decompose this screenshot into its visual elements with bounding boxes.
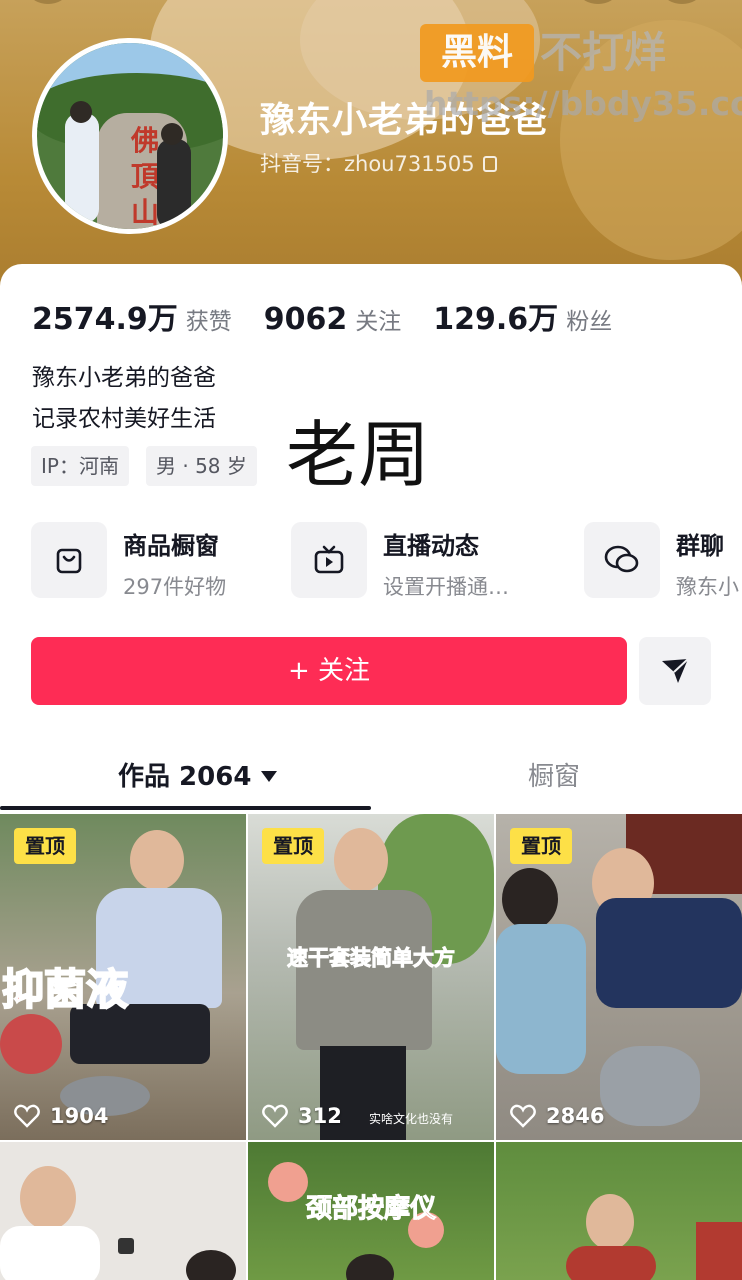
pinned-badge: 置顶 (510, 828, 572, 864)
stat-followers[interactable]: 129.6万 粉丝 (433, 294, 612, 338)
feature-title: 商品橱窗 (123, 532, 219, 560)
feature-subtitle: 297件好物 (123, 575, 227, 599)
watermark-text: 不打烊 (540, 28, 667, 77)
video-caption: 速干套装简单大方 (287, 946, 456, 971)
pinned-badge: 置顶 (262, 828, 324, 864)
avatar[interactable]: 佛頂山 (32, 38, 228, 234)
feature-subtitle: 设置开播通… (383, 575, 509, 599)
profile-bio: 豫东小老弟的爸爸 记录农村美好生活 (32, 358, 216, 440)
heart-icon (510, 1104, 536, 1128)
feature-showcase[interactable]: 商品橱窗 297件好物 (31, 522, 334, 601)
stat-value: 9062 (263, 302, 348, 337)
video-thumbnail[interactable]: 置顶 2846 (496, 814, 742, 1140)
share-button[interactable] (639, 637, 711, 705)
feature-live[interactable]: 直播动态 设置开播通… (291, 522, 523, 601)
like-count-value: 312 (298, 1104, 342, 1128)
profile-page: 黑料 不打烊 佛頂山 豫东小老弟的爸爸 https://bbdy35.com 抖… (0, 0, 742, 1280)
video-thumbnail[interactable] (496, 1142, 742, 1280)
tab-showcase[interactable]: 橱窗 (528, 756, 580, 793)
like-count: 1904 (14, 1104, 108, 1128)
video-thumbnail[interactable] (0, 1142, 246, 1280)
tab-works[interactable]: 作品 2064 (118, 756, 278, 793)
gender-age-tag: 男 · 58 岁 (146, 446, 257, 486)
douyin-id[interactable]: 抖音号：zhou731505 (260, 148, 497, 178)
feature-group-chat[interactable]: 群聊 豫东小 (584, 522, 742, 601)
feature-title: 直播动态 (383, 532, 479, 560)
video-caption: 颈部按摩仪 (305, 1194, 436, 1225)
stat-value: 2574.9万 (32, 302, 178, 337)
stat-value: 129.6万 (433, 302, 559, 337)
douyin-id-text: 抖音号：zhou731505 (260, 152, 475, 176)
like-count-value: 2846 (546, 1104, 605, 1128)
pinned-badge: 置顶 (14, 828, 76, 864)
like-count: 2846 (510, 1104, 604, 1128)
overlay-annotation: 老周 (286, 413, 431, 497)
tv-live-icon (291, 522, 367, 598)
feature-subtitle: 豫东小 (676, 575, 739, 599)
stat-label: 关注 (355, 309, 402, 335)
like-count: 312 (262, 1104, 342, 1128)
video-thumbnail[interactable]: 置顶 速干套装简单大方 实啥文化也没有 312 (248, 814, 494, 1140)
shopping-bag-icon (31, 522, 107, 598)
ip-tag: IP：河南 (31, 446, 129, 486)
copy-icon[interactable] (482, 156, 497, 172)
chat-bubbles-icon (584, 522, 660, 598)
stat-label: 获赞 (185, 309, 232, 335)
bio-line: 记录农村美好生活 (32, 406, 216, 432)
heart-icon (262, 1104, 288, 1128)
stat-label: 粉丝 (566, 309, 613, 335)
tab-works-label: 作品 2064 (118, 762, 252, 792)
watermark-url: https://bbdy35.com (424, 84, 742, 123)
watermark-badge: 黑料 (420, 24, 534, 82)
tab-indicator (0, 806, 371, 810)
heart-icon (14, 1104, 40, 1128)
video-caption: 抑菌液 (1, 964, 129, 1015)
follow-button[interactable]: + 关注 (31, 637, 627, 705)
feature-title: 群聊 (676, 532, 724, 560)
bio-line: 豫东小老弟的爸爸 (32, 365, 216, 391)
stat-likes[interactable]: 2574.9万 获赞 (32, 294, 232, 338)
stat-following[interactable]: 9062 关注 (264, 302, 402, 337)
send-icon (662, 658, 689, 683)
caret-down-icon (261, 771, 278, 782)
video-thumbnail[interactable]: 置顶 抑菌液 1904 (0, 814, 246, 1140)
profile-stats: 2574.9万 获赞 9062 关注 129.6万 粉丝 (32, 294, 644, 338)
video-thumbnail[interactable]: 颈部按摩仪 (248, 1142, 494, 1280)
like-count-value: 1904 (50, 1104, 109, 1128)
